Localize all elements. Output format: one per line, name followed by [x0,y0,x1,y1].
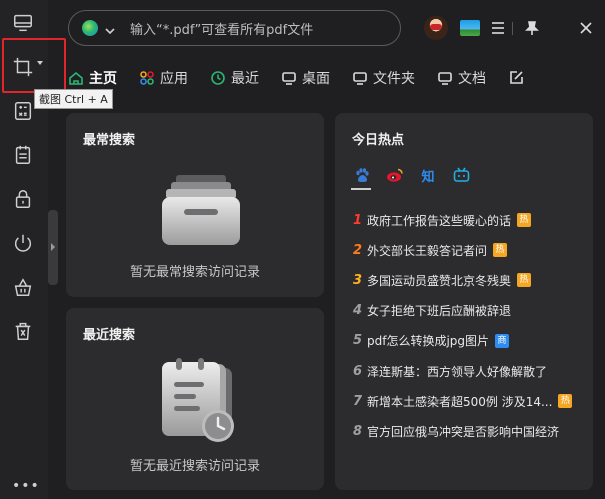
wallpaper-image-icon[interactable] [460,20,480,36]
tab-label: 桌面 [302,71,330,87]
document-icon [437,70,453,86]
clock-icon [210,70,226,86]
hot-item[interactable]: 4 女子拒绝下班后应酬被辞退 [353,296,583,326]
hot-item[interactable]: 3 多国运动员盛赞北京冬残奥 热 [353,265,583,295]
hot-item[interactable]: 6 泽连斯基：西方领导人好像解散了 [353,356,583,386]
rank-number: 1 [353,212,363,228]
rank-number: 3 [353,272,363,288]
edit-icon [508,70,524,86]
nav-tabs: 主页 应用 最近 桌面 文件夹 文档 [68,66,551,90]
power-icon[interactable] [8,228,38,258]
hot-title[interactable]: 政府工作报告这些暖心的话 [367,212,511,229]
hot-list-panel: 今日热点 知 1 政府工作报告这些暖心的话 热 2 外交部长王毅答记者问 热 3… [335,113,593,490]
tab-desktop[interactable]: 桌面 [281,68,330,88]
lock-icon[interactable] [8,184,38,214]
hot-title[interactable]: 多国运动员盛赞北京冬残奥 [367,272,511,289]
monitor-icon[interactable] [8,8,38,38]
empty-box-icon [162,175,240,245]
empty-calendar-icon [162,358,234,442]
tab-label: 文档 [458,71,486,87]
weibo-icon[interactable] [385,165,405,185]
zhihu-tab[interactable]: 知 [418,165,438,185]
hot-title[interactable]: 泽连斯基：西方领导人好像解散了 [367,363,547,380]
tab-home[interactable]: 主页 [68,68,117,88]
hot-source-tabs: 知 [352,165,484,185]
tab-label: 文件夹 [373,71,415,87]
sidebar-collapse-handle[interactable] [48,210,58,285]
hot-badge: 热 [517,273,532,288]
empty-message: 暂无最近搜索访问记录 [129,459,260,474]
rank-number: 6 [353,363,363,379]
ad-badge: 商 [495,333,510,348]
tab-apps[interactable]: 应用 [139,68,188,88]
screenshot-highlight-box [2,38,66,93]
rank-number: 4 [353,303,363,319]
hot-badge: 热 [558,394,573,409]
apps-icon [139,70,155,86]
screenshot-tooltip: 截图 Ctrl + A [34,89,113,109]
rank-number: 2 [353,242,363,258]
hot-title[interactable]: 外交部长王毅答记者问 [367,242,487,259]
hot-item[interactable]: 1 政府工作报告这些暖心的话 热 [353,205,583,235]
hot-list: 1 政府工作报告这些暖心的话 热 2 外交部长王毅答记者问 热 3 多国运动员盛… [353,205,583,447]
tab-folder[interactable]: 文件夹 [352,68,415,88]
pin-icon[interactable] [521,17,543,39]
tab-edit[interactable] [508,70,529,86]
search-engine-logo-icon[interactable] [82,20,98,36]
hot-title[interactable]: 女子拒绝下班后应酬被辞退 [367,302,511,319]
hot-item[interactable]: 7 新增本土感染者超500例 涉及14... 热 [353,386,583,416]
baidu-paw-icon[interactable] [352,165,372,185]
hot-badge: 热 [517,213,532,228]
close-icon[interactable] [575,17,597,39]
recent-search-panel: 最近搜索 暂无最近搜索访问记录 [66,308,324,490]
search-input[interactable]: 输入“*.pdf”可查看所有pdf文件 [130,19,313,38]
tab-label: 主页 [89,71,117,87]
desktop-icon [281,70,297,86]
hot-item[interactable]: 5 pdf怎么转换成jpg图片 商 [353,326,583,356]
rank-number: 7 [353,393,363,409]
folder-icon [352,70,368,86]
active-source-indicator [351,188,371,190]
tab-label: 最近 [231,71,259,87]
menu-icon[interactable] [487,17,509,39]
frequent-search-panel: 最常搜索 暂无最常搜索访问记录 [66,113,324,297]
tab-recent[interactable]: 最近 [210,68,259,88]
search-bar[interactable]: 输入“*.pdf”可查看所有pdf文件 [68,10,401,46]
more-icon[interactable]: ••• [12,478,40,494]
panel-title: 最常搜索 [83,133,136,148]
home-icon [68,70,84,86]
rank-number: 8 [353,423,363,439]
hot-item[interactable]: 8 官方回应俄乌冲突是否影响中国经济 [353,416,583,446]
chevron-down-icon[interactable] [104,22,116,35]
avatar[interactable] [424,16,448,40]
panel-title: 最近搜索 [83,328,136,343]
bilibili-tv-icon[interactable] [451,165,471,185]
hot-title[interactable]: 官方回应俄乌冲突是否影响中国经济 [367,423,559,440]
rank-number: 5 [353,333,363,349]
cleaner-basket-icon[interactable] [8,272,38,302]
panel-title: 今日热点 [352,133,405,148]
trash-icon[interactable] [8,316,38,346]
tab-label: 应用 [160,71,188,87]
notepad-icon[interactable] [8,140,38,170]
hot-title[interactable]: pdf怎么转换成jpg图片 [367,332,489,349]
hot-title[interactable]: 新增本土感染者超500例 涉及14... [367,393,552,410]
empty-message: 暂无最常搜索访问记录 [129,265,260,280]
tab-documents[interactable]: 文档 [437,68,486,88]
hot-badge: 热 [493,243,508,258]
divider [512,22,513,35]
hot-item[interactable]: 2 外交部长王毅答记者问 热 [353,235,583,265]
